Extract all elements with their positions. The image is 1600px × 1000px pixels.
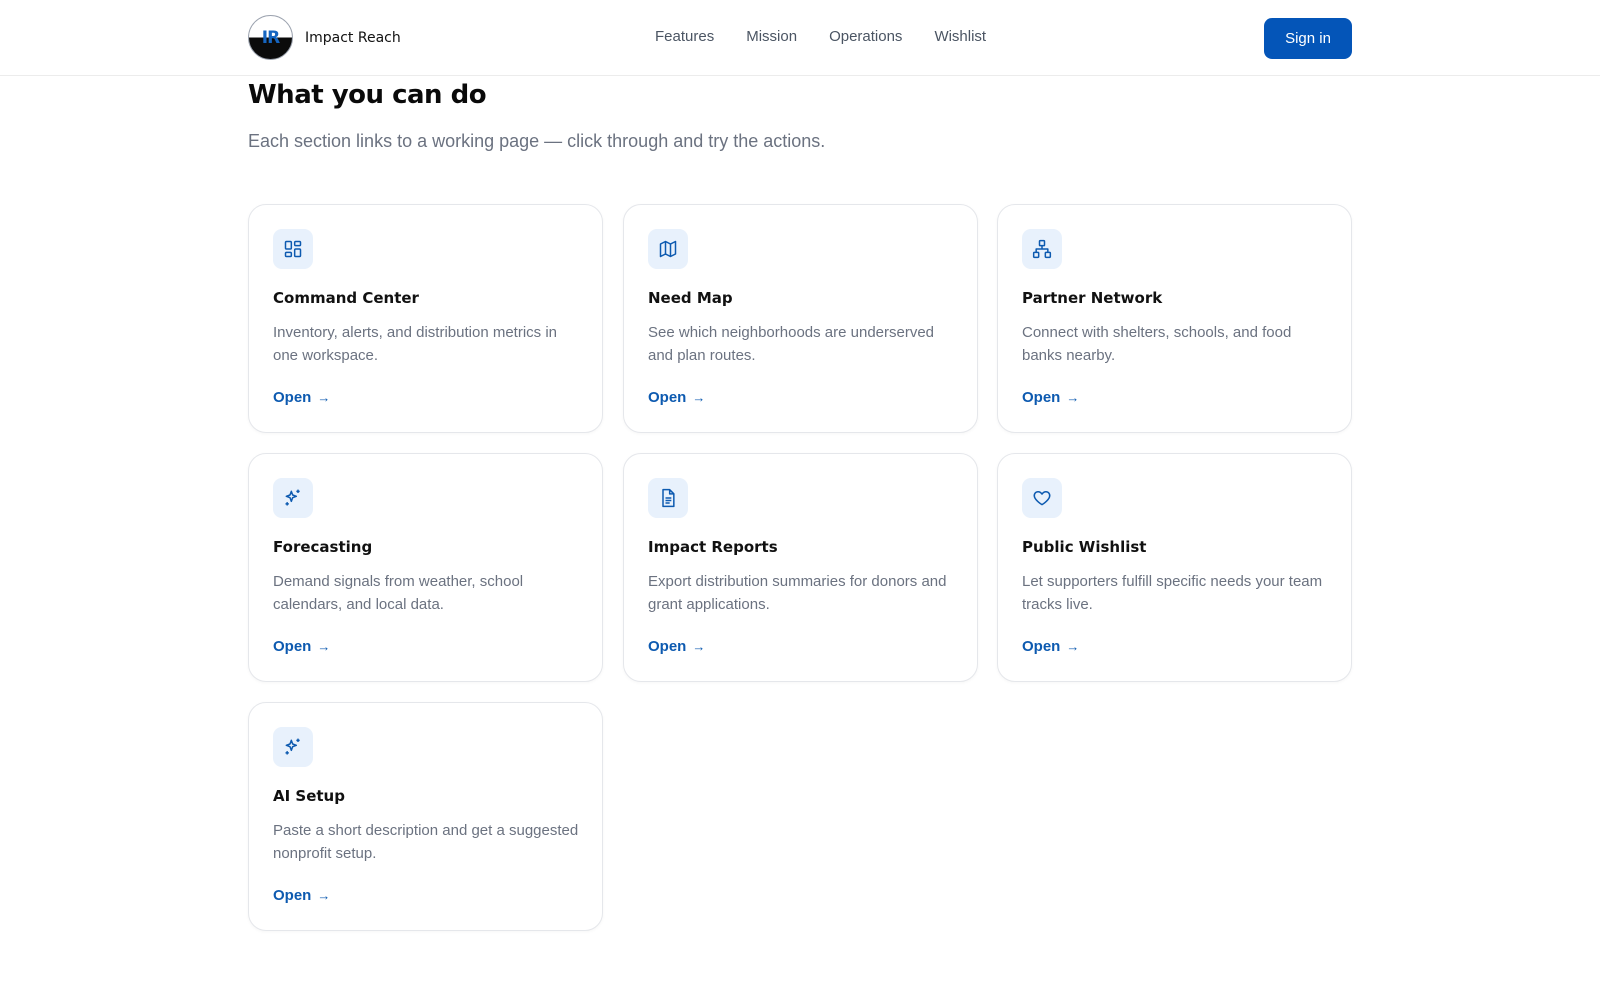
card-description: Inventory, alerts, and distribution metr… <box>273 324 558 364</box>
nav-link-features[interactable]: Features <box>655 28 714 45</box>
card-title: Command Center <box>273 289 419 307</box>
card-description: Let supporters fulfill specific needs yo… <box>1022 573 1323 613</box>
arrow-right-icon: → <box>1066 639 1080 654</box>
card-title: Public Wishlist <box>1022 538 1147 556</box>
card-title: Partner Network <box>1022 289 1163 307</box>
card-title: Forecasting <box>273 538 373 556</box>
card-description: Connect with shelters, schools, and food… <box>1022 324 1292 364</box>
network-icon <box>1022 229 1062 269</box>
arrow-right-icon: → <box>692 639 706 654</box>
feature-card-partner-network: Partner Network Connect with shelters, s… <box>997 204 1352 433</box>
card-title: AI Setup <box>273 787 345 805</box>
sign-in-button[interactable]: Sign in <box>1264 18 1352 59</box>
top-navigation-bar: IR Impact Reach Features Mission Operati… <box>0 0 1600 76</box>
arrow-right-icon: → <box>1066 390 1080 405</box>
feature-card-public-wishlist: Public Wishlist Let supporters fulfill s… <box>997 453 1352 682</box>
heart-icon <box>1022 478 1062 518</box>
dashboard-icon <box>273 229 313 269</box>
arrow-right-icon: → <box>692 390 706 405</box>
card-open-link[interactable]: Open → <box>648 389 705 406</box>
document-icon <box>648 478 688 518</box>
arrow-right-icon: → <box>317 390 331 405</box>
card-description: Export distribution summaries for donors… <box>648 573 947 613</box>
card-open-link[interactable]: Open → <box>273 887 330 904</box>
card-open-link[interactable]: Open → <box>1022 389 1079 406</box>
sparkles-icon <box>273 727 313 767</box>
nav-link-mission[interactable]: Mission <box>746 28 797 45</box>
feature-card-command-center: Command Center Inventory, alerts, and di… <box>248 204 603 433</box>
feature-card-forecasting: Forecasting Demand signals from weather,… <box>248 453 603 682</box>
feature-card-ai-setup: AI Setup Paste a short description and g… <box>248 702 603 931</box>
card-open-link[interactable]: Open → <box>648 638 705 655</box>
nav-link-wishlist[interactable]: Wishlist <box>934 28 986 45</box>
sparkles-icon <box>273 478 313 518</box>
logo: IR <box>248 15 293 60</box>
card-description: Paste a short description and get a sugg… <box>273 822 579 862</box>
brand[interactable]: IR Impact Reach <box>248 15 401 60</box>
card-title: Need Map <box>648 289 733 307</box>
card-open-link[interactable]: Open → <box>1022 638 1079 655</box>
feature-card-impact-reports: Impact Reports Export distribution summa… <box>623 453 978 682</box>
section-subtitle: Each section links to a working page — c… <box>248 131 826 151</box>
feature-card-need-map: Need Map See which neighborhoods are und… <box>623 204 978 433</box>
card-title: Impact Reports <box>648 538 778 556</box>
card-description: Demand signals from weather, school cale… <box>273 573 524 613</box>
section-title: What you can do <box>248 80 487 110</box>
arrow-right-icon: → <box>317 639 331 654</box>
brand-name: Impact Reach <box>305 29 401 46</box>
main-nav: Features Mission Operations Wishlist <box>655 28 1018 45</box>
arrow-right-icon: → <box>317 888 331 903</box>
card-open-link[interactable]: Open → <box>273 638 330 655</box>
map-icon <box>648 229 688 269</box>
card-open-link[interactable]: Open → <box>273 389 330 406</box>
nav-link-operations[interactable]: Operations <box>829 28 902 45</box>
card-description: See which neighborhoods are underserved … <box>648 324 935 364</box>
